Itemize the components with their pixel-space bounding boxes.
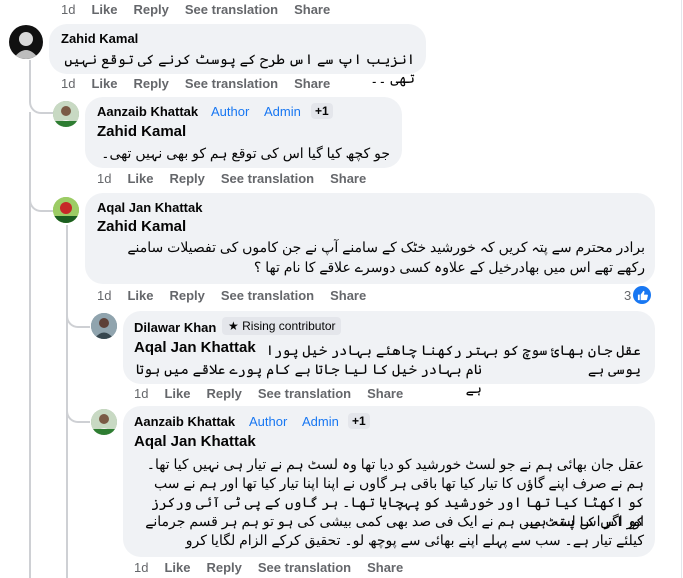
avatar[interactable] [9, 25, 43, 59]
mention-tag[interactable]: Zahid Kamal [97, 218, 186, 235]
thread-curve [66, 395, 90, 423]
see-translation-button[interactable]: See translation [185, 2, 278, 17]
share-button[interactable]: Share [367, 560, 403, 575]
comment-actions: 1d Like Reply See translation Share [61, 76, 330, 91]
share-button[interactable]: Share [294, 2, 330, 17]
author-name[interactable]: Dilawar Khan [134, 320, 216, 335]
reaction-count: 3 [624, 287, 632, 303]
like-button[interactable]: Like [127, 288, 153, 303]
timestamp[interactable]: 1d [61, 76, 75, 91]
timestamp[interactable]: 1d [97, 171, 111, 186]
author-name[interactable]: Aanzaib Khattak [134, 414, 235, 429]
admin-badge: Admin [302, 414, 339, 429]
comment-text-line: ہم نے صرف اپنے گاؤں کا تیار کیا تھا باقی… [154, 475, 644, 491]
comment-actions: 1d Like Reply See translation Share [134, 386, 403, 401]
avatar[interactable] [53, 197, 79, 223]
rising-contributor-badge: ★ Rising contributor [222, 317, 342, 335]
see-translation-button[interactable]: See translation [221, 288, 314, 303]
timestamp[interactable]: 1d [134, 386, 148, 401]
comment-text: جو کچھ کیا گیا اس کی توقع ہم کو بھی نہیں… [101, 145, 390, 161]
like-button[interactable]: Like [91, 2, 117, 17]
comment-actions: 1d Like Reply See translation Share [134, 560, 403, 575]
share-button[interactable]: Share [367, 386, 403, 401]
thread-line [29, 60, 31, 90]
comment-text-line: برادر محترم سے پتہ کریں کہ خورشید خٹک کے… [127, 239, 645, 255]
author-name[interactable]: Aqal Jan Khattak [97, 200, 202, 215]
author-name[interactable]: Aanzaib Khattak [97, 104, 198, 119]
thread-line [29, 112, 31, 578]
like-button[interactable]: Like [164, 560, 190, 575]
timestamp[interactable]: 1d [61, 2, 75, 17]
avatar[interactable] [91, 409, 117, 435]
reaction-summary[interactable]: 3 [624, 286, 652, 304]
reply-button[interactable]: Reply [133, 2, 168, 17]
avatar[interactable] [91, 313, 117, 339]
see-translation-button[interactable]: See translation [185, 76, 278, 91]
like-button[interactable]: Like [127, 171, 153, 186]
reply-button[interactable]: Reply [206, 560, 241, 575]
more-badges[interactable]: +1 [348, 413, 370, 429]
like-button[interactable]: Like [164, 386, 190, 401]
mention-tag[interactable]: Zahid Kamal [97, 123, 186, 140]
share-button[interactable]: Share [294, 76, 330, 91]
mention-tag[interactable]: Aqal Jan Khattak [134, 433, 256, 450]
comment-text-line: رکھے تھے اس میں بھادرخیل کے علاوہ کسی دو… [253, 259, 645, 275]
author-badge: Author [211, 104, 250, 119]
like-button[interactable]: Like [91, 76, 117, 91]
reply-button[interactable]: Reply [133, 76, 168, 91]
see-translation-button[interactable]: See translation [258, 560, 351, 575]
reply-button[interactable]: Reply [206, 386, 241, 401]
avatar[interactable] [53, 101, 79, 127]
comment-actions: 1d Like Reply See translation Share [97, 288, 366, 303]
timestamp[interactable]: 1d [134, 560, 148, 575]
thread-curve [66, 305, 90, 328]
see-translation-button[interactable]: See translation [221, 171, 314, 186]
admin-badge: Admin [264, 104, 301, 119]
see-translation-button[interactable]: See translation [258, 386, 351, 401]
thumbs-up-icon [633, 286, 652, 304]
reply-button[interactable]: Reply [169, 171, 204, 186]
star-icon: ★ [228, 319, 239, 333]
comment-actions: 1d Like Reply See translation Share [61, 2, 330, 17]
timestamp[interactable]: 1d [97, 288, 111, 303]
mention-tag[interactable]: Aqal Jan Khattak [134, 339, 256, 356]
author-badge: Author [249, 414, 288, 429]
share-button[interactable]: Share [330, 288, 366, 303]
author-name[interactable]: Zahid Kamal [61, 31, 138, 46]
comment-text-line: کیلئے تیار ہے۔ سب سے پہلے اپنے بھائی سے … [185, 532, 644, 548]
thread-curve [29, 88, 53, 114]
reply-button[interactable]: Reply [169, 288, 204, 303]
share-button[interactable]: Share [330, 171, 366, 186]
comment-text-line: عقل جان بھائی ہم نے جو لسٹ خورشید کو دیا… [146, 456, 644, 472]
comment-actions: 1d Like Reply See translation Share [97, 171, 366, 186]
right-divider [681, 0, 682, 578]
comment-text-line: اور اگر اس لسٹ میں ہم نے ایک فی صد بھی ک… [145, 513, 644, 529]
thread-curve [29, 190, 53, 212]
more-badges[interactable]: +1 [311, 103, 333, 119]
